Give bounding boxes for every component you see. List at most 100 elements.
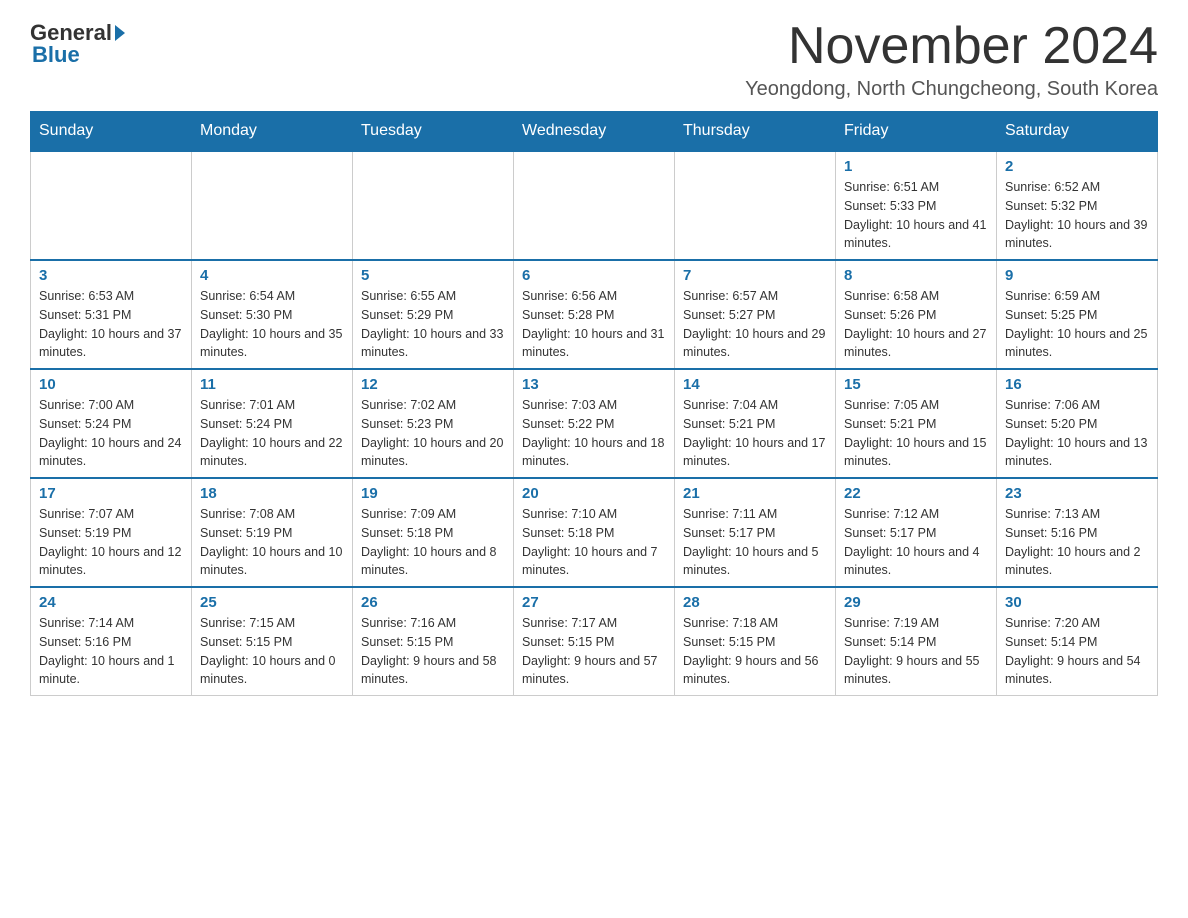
page-header: General Blue November 2024 Yeongdong, No… xyxy=(30,20,1158,101)
day-of-week-header: Friday xyxy=(836,112,997,152)
day-number: 25 xyxy=(200,594,344,611)
day-info: Sunrise: 7:05 AMSunset: 5:21 PMDaylight:… xyxy=(844,396,988,471)
calendar-cell: 20 Sunrise: 7:10 AMSunset: 5:18 PMDayligh… xyxy=(514,478,675,587)
day-number: 30 xyxy=(1005,594,1149,611)
week-row: 3 Sunrise: 6:53 AMSunset: 5:31 PMDaylight… xyxy=(31,260,1158,369)
day-of-week-header: Wednesday xyxy=(514,112,675,152)
calendar-cell: 17 Sunrise: 7:07 AMSunset: 5:19 PMDayligh… xyxy=(31,478,192,587)
day-number: 5 xyxy=(361,267,505,284)
day-of-week-header: Sunday xyxy=(31,112,192,152)
calendar-cell: 7 Sunrise: 6:57 AMSunset: 5:27 PMDaylight… xyxy=(675,260,836,369)
day-of-week-header: Saturday xyxy=(997,112,1158,152)
day-number: 18 xyxy=(200,485,344,502)
day-info: Sunrise: 7:13 AMSunset: 5:16 PMDaylight:… xyxy=(1005,505,1149,580)
day-number: 26 xyxy=(361,594,505,611)
day-number: 11 xyxy=(200,376,344,393)
day-number: 1 xyxy=(844,158,988,175)
day-number: 28 xyxy=(683,594,827,611)
day-of-week-header: Tuesday xyxy=(353,112,514,152)
day-info: Sunrise: 6:55 AMSunset: 5:29 PMDaylight:… xyxy=(361,287,505,362)
day-number: 29 xyxy=(844,594,988,611)
calendar-cell: 2 Sunrise: 6:52 AMSunset: 5:32 PMDaylight… xyxy=(997,151,1158,260)
day-info: Sunrise: 7:09 AMSunset: 5:18 PMDaylight:… xyxy=(361,505,505,580)
day-number: 22 xyxy=(844,485,988,502)
day-info: Sunrise: 7:07 AMSunset: 5:19 PMDaylight:… xyxy=(39,505,183,580)
day-info: Sunrise: 7:10 AMSunset: 5:18 PMDaylight:… xyxy=(522,505,666,580)
day-number: 20 xyxy=(522,485,666,502)
location-subtitle: Yeongdong, North Chungcheong, South Kore… xyxy=(745,78,1158,101)
week-row: 10 Sunrise: 7:00 AMSunset: 5:24 PMDayligh… xyxy=(31,369,1158,478)
day-number: 14 xyxy=(683,376,827,393)
calendar-header-row: SundayMondayTuesdayWednesdayThursdayFrid… xyxy=(31,112,1158,152)
calendar-cell: 3 Sunrise: 6:53 AMSunset: 5:31 PMDaylight… xyxy=(31,260,192,369)
calendar-cell: 6 Sunrise: 6:56 AMSunset: 5:28 PMDaylight… xyxy=(514,260,675,369)
calendar-cell: 19 Sunrise: 7:09 AMSunset: 5:18 PMDayligh… xyxy=(353,478,514,587)
day-info: Sunrise: 7:02 AMSunset: 5:23 PMDaylight:… xyxy=(361,396,505,471)
calendar-cell: 22Sunrise: 7:12 AMSunset: 5:17 PMDayligh… xyxy=(836,478,997,587)
calendar-cell: 24Sunrise: 7:14 AMSunset: 5:16 PMDayligh… xyxy=(31,587,192,696)
day-of-week-header: Thursday xyxy=(675,112,836,152)
day-of-week-header: Monday xyxy=(192,112,353,152)
day-number: 23 xyxy=(1005,485,1149,502)
day-info: Sunrise: 7:17 AMSunset: 5:15 PMDaylight:… xyxy=(522,614,666,689)
day-number: 19 xyxy=(361,485,505,502)
calendar-cell: 18 Sunrise: 7:08 AMSunset: 5:19 PMDayligh… xyxy=(192,478,353,587)
day-number: 6 xyxy=(522,267,666,284)
logo-blue-text: Blue xyxy=(32,42,80,67)
calendar-cell: 28 Sunrise: 7:18 AMSunset: 5:15 PMDayligh… xyxy=(675,587,836,696)
calendar-cell: 10 Sunrise: 7:00 AMSunset: 5:24 PMDayligh… xyxy=(31,369,192,478)
calendar-cell: 15Sunrise: 7:05 AMSunset: 5:21 PMDayligh… xyxy=(836,369,997,478)
day-info: Sunrise: 7:03 AMSunset: 5:22 PMDaylight:… xyxy=(522,396,666,471)
day-number: 17 xyxy=(39,485,183,502)
day-number: 4 xyxy=(200,267,344,284)
calendar-cell: 27 Sunrise: 7:17 AMSunset: 5:15 PMDayligh… xyxy=(514,587,675,696)
day-number: 12 xyxy=(361,376,505,393)
day-info: Sunrise: 7:00 AMSunset: 5:24 PMDaylight:… xyxy=(39,396,183,471)
day-info: Sunrise: 7:08 AMSunset: 5:19 PMDaylight:… xyxy=(200,505,344,580)
day-number: 3 xyxy=(39,267,183,284)
day-info: Sunrise: 6:52 AMSunset: 5:32 PMDaylight:… xyxy=(1005,178,1149,253)
day-number: 27 xyxy=(522,594,666,611)
day-info: Sunrise: 7:14 AMSunset: 5:16 PMDaylight:… xyxy=(39,614,183,689)
calendar-cell: 25Sunrise: 7:15 AMSunset: 5:15 PMDayligh… xyxy=(192,587,353,696)
day-info: Sunrise: 6:57 AMSunset: 5:27 PMDaylight:… xyxy=(683,287,827,362)
day-info: Sunrise: 6:51 AMSunset: 5:33 PMDaylight:… xyxy=(844,178,988,253)
day-info: Sunrise: 6:53 AMSunset: 5:31 PMDaylight:… xyxy=(39,287,183,362)
logo: General Blue xyxy=(30,20,128,68)
day-info: Sunrise: 6:58 AMSunset: 5:26 PMDaylight:… xyxy=(844,287,988,362)
title-block: November 2024 Yeongdong, North Chungcheo… xyxy=(745,20,1158,101)
day-info: Sunrise: 7:11 AMSunset: 5:17 PMDaylight:… xyxy=(683,505,827,580)
day-info: Sunrise: 7:16 AMSunset: 5:15 PMDaylight:… xyxy=(361,614,505,689)
day-number: 9 xyxy=(1005,267,1149,284)
week-row: 1 Sunrise: 6:51 AMSunset: 5:33 PMDaylight… xyxy=(31,151,1158,260)
month-title: November 2024 xyxy=(745,20,1158,72)
day-info: Sunrise: 7:19 AMSunset: 5:14 PMDaylight:… xyxy=(844,614,988,689)
calendar-cell: 5 Sunrise: 6:55 AMSunset: 5:29 PMDaylight… xyxy=(353,260,514,369)
week-row: 24Sunrise: 7:14 AMSunset: 5:16 PMDayligh… xyxy=(31,587,1158,696)
logo-arrow-icon xyxy=(115,25,125,41)
calendar-cell: 29 Sunrise: 7:19 AMSunset: 5:14 PMDayligh… xyxy=(836,587,997,696)
day-info: Sunrise: 7:18 AMSunset: 5:15 PMDaylight:… xyxy=(683,614,827,689)
calendar-cell: 1 Sunrise: 6:51 AMSunset: 5:33 PMDaylight… xyxy=(836,151,997,260)
calendar-cell: 14Sunrise: 7:04 AMSunset: 5:21 PMDayligh… xyxy=(675,369,836,478)
calendar-cell xyxy=(192,151,353,260)
calendar-cell: 13 Sunrise: 7:03 AMSunset: 5:22 PMDayligh… xyxy=(514,369,675,478)
day-number: 21 xyxy=(683,485,827,502)
calendar-cell xyxy=(514,151,675,260)
calendar-cell: 30Sunrise: 7:20 AMSunset: 5:14 PMDayligh… xyxy=(997,587,1158,696)
day-number: 16 xyxy=(1005,376,1149,393)
calendar-cell: 16Sunrise: 7:06 AMSunset: 5:20 PMDayligh… xyxy=(997,369,1158,478)
day-info: Sunrise: 6:54 AMSunset: 5:30 PMDaylight:… xyxy=(200,287,344,362)
day-info: Sunrise: 6:56 AMSunset: 5:28 PMDaylight:… xyxy=(522,287,666,362)
calendar-cell: 23 Sunrise: 7:13 AMSunset: 5:16 PMDayligh… xyxy=(997,478,1158,587)
calendar-cell: 8 Sunrise: 6:58 AMSunset: 5:26 PMDaylight… xyxy=(836,260,997,369)
day-number: 13 xyxy=(522,376,666,393)
day-number: 7 xyxy=(683,267,827,284)
calendar-cell: 26 Sunrise: 7:16 AMSunset: 5:15 PMDayligh… xyxy=(353,587,514,696)
day-number: 10 xyxy=(39,376,183,393)
calendar-cell xyxy=(353,151,514,260)
day-info: Sunrise: 6:59 AMSunset: 5:25 PMDaylight:… xyxy=(1005,287,1149,362)
calendar-cell: 12 Sunrise: 7:02 AMSunset: 5:23 PMDayligh… xyxy=(353,369,514,478)
day-number: 8 xyxy=(844,267,988,284)
day-number: 2 xyxy=(1005,158,1149,175)
